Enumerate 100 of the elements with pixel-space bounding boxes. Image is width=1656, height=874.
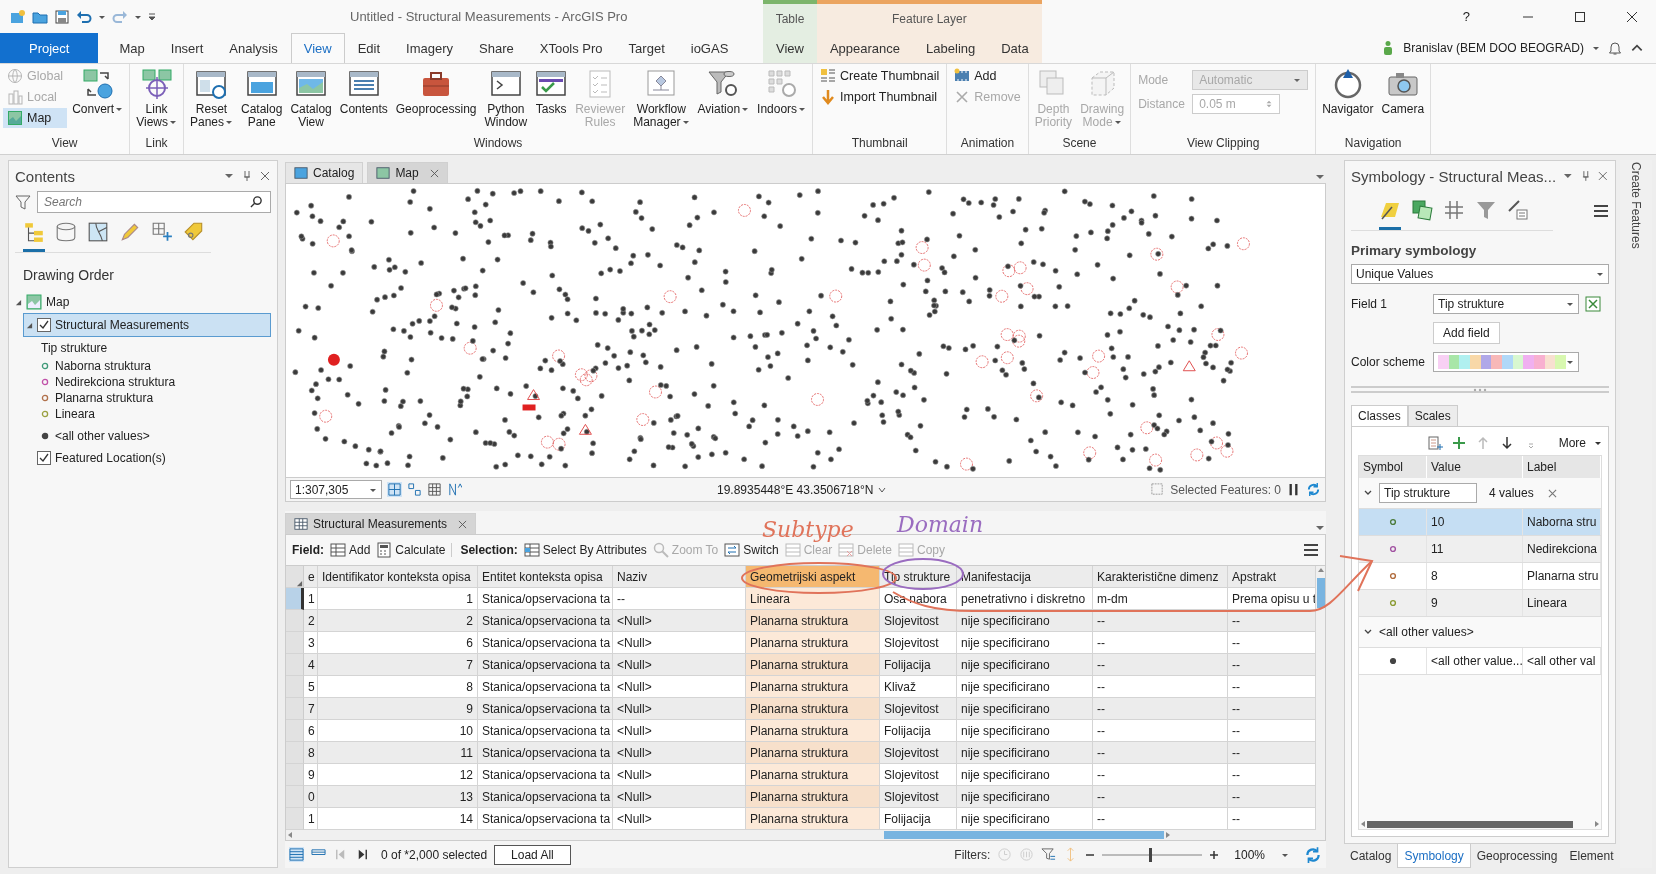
- grid-icon[interactable]: [427, 482, 442, 497]
- scrollbar-thumb[interactable]: [884, 831, 1164, 839]
- ribbon-tab[interactable]: Labeling: [913, 33, 989, 63]
- add-field-button[interactable]: Add field: [1433, 322, 1500, 344]
- user-name[interactable]: Branislav (BEM DOO BEOGRAD): [1403, 41, 1584, 55]
- column-header[interactable]: Geometrijski aspekt: [746, 566, 880, 588]
- ribbon-button[interactable]: Workflow Manager: [630, 66, 693, 131]
- column-header[interactable]: Value: [1427, 456, 1523, 478]
- menu-icon[interactable]: [1593, 204, 1609, 218]
- column-header[interactable]: Karakteristične dimenz: [1093, 566, 1228, 588]
- layer-item[interactable]: Featured Location(s): [23, 446, 271, 470]
- column-header[interactable]: Entitet konteksta opisa: [478, 566, 613, 588]
- scroll-arrow-icon[interactable]: [286, 831, 294, 839]
- scroll-arrow-icon[interactable]: [1316, 566, 1325, 574]
- grip-icon[interactable]: [1472, 387, 1488, 392]
- caret-icon[interactable]: [168, 118, 177, 126]
- caret-icon[interactable]: [798, 105, 807, 113]
- document-tab[interactable]: Catalog: [285, 162, 364, 183]
- tab[interactable]: Scales: [1407, 405, 1458, 426]
- funnel-icon[interactable]: [1041, 847, 1057, 862]
- caret-icon[interactable]: [115, 105, 124, 113]
- class-row[interactable]: 9 Lineara: [1359, 590, 1601, 617]
- save-icon[interactable]: [54, 8, 70, 25]
- class-row[interactable]: 11 Nedirekciona: [1359, 536, 1601, 563]
- column-header[interactable]: Label: [1523, 456, 1601, 478]
- ribbon-tab[interactable]: Project: [0, 33, 99, 63]
- ribbon-tab[interactable]: Share: [466, 33, 527, 63]
- ribbon-tab[interactable]: Analysis: [216, 33, 291, 63]
- tree-item[interactable]: Map: [46, 295, 70, 309]
- tab[interactable]: Classes: [1351, 405, 1408, 426]
- class-row[interactable]: <all other value... <all other val: [1359, 648, 1601, 675]
- customize-icon[interactable]: [148, 12, 156, 21]
- column-header[interactable]: Manifestacija: [957, 566, 1093, 588]
- side-tab[interactable]: Create Features: [1629, 160, 1643, 249]
- document-tab[interactable]: Map: [367, 162, 448, 183]
- toolbar-button[interactable]: Select By Attributes: [523, 542, 647, 558]
- scrollbar-thumb[interactable]: [1316, 578, 1325, 608]
- refresh-icon[interactable]: [1306, 482, 1321, 497]
- class-row[interactable]: 8 Planarna stru: [1359, 563, 1601, 590]
- scrollbar-thumb[interactable]: [1367, 820, 1573, 828]
- group-field[interactable]: Tip strukture: [1379, 483, 1477, 503]
- grid-icon[interactable]: [387, 482, 402, 497]
- ribbon-button[interactable]: Add: [950, 66, 1025, 86]
- scrollbar[interactable]: [286, 830, 1316, 840]
- close-icon[interactable]: [259, 170, 271, 182]
- toolbar-button[interactable]: Add: [330, 542, 371, 558]
- ribbon-button[interactable]: Contents: [336, 66, 391, 118]
- ribbon-button[interactable]: Indoors: [754, 66, 810, 118]
- ribbon-tab[interactable]: Map: [106, 33, 158, 63]
- ribbon-button[interactable]: Aviation: [694, 66, 753, 118]
- caret-icon[interactable]: [1592, 44, 1600, 52]
- row-header[interactable]: [286, 588, 304, 610]
- new-project-icon[interactable]: [10, 8, 26, 25]
- ribbon-button[interactable]: Reset Panes: [186, 66, 236, 131]
- ribbon-tab[interactable]: View: [290, 33, 345, 63]
- expression-icon[interactable]: [1585, 296, 1601, 312]
- ribbon-button[interactable]: Convert: [69, 66, 127, 118]
- pane-tab[interactable]: Symbology: [1397, 844, 1471, 868]
- caret-icon[interactable]: [741, 105, 750, 113]
- ribbon-button[interactable]: Map: [3, 108, 68, 128]
- layer-item[interactable]: Structural Measurements: [23, 313, 271, 337]
- plus-icon[interactable]: [1209, 849, 1220, 860]
- zoom-dropdown[interactable]: 100%: [1226, 847, 1297, 862]
- scale-dropdown[interactable]: 1:307,305: [290, 480, 382, 499]
- ribbon-tab[interactable]: Data: [988, 33, 1042, 63]
- scroll-arrow-icon[interactable]: [1164, 831, 1172, 839]
- ribbon-button[interactable]: Python Window: [481, 66, 531, 131]
- column-header[interactable]: Symbol: [1359, 456, 1427, 478]
- grid-icon[interactable]: [407, 482, 422, 497]
- caret-icon[interactable]: [225, 118, 233, 126]
- refresh-icon[interactable]: [1304, 845, 1322, 864]
- column-header[interactable]: Identifikator konteksta opisa: [318, 566, 478, 588]
- checkbox[interactable]: [37, 318, 51, 332]
- more-button[interactable]: More: [1558, 436, 1602, 450]
- pane-tab[interactable]: Element: [1563, 844, 1620, 868]
- ribbon-tab[interactable]: Target: [615, 33, 678, 63]
- column-header[interactable]: Naziv: [613, 566, 746, 588]
- help-button[interactable]: ?: [1462, 9, 1470, 24]
- ribbon-tab[interactable]: Imagery: [393, 33, 467, 63]
- caret-icon[interactable]: [878, 485, 887, 494]
- document-tab[interactable]: Structural Measurements: [285, 513, 477, 534]
- ribbon-button[interactable]: Catalog View: [287, 66, 335, 131]
- ribbon-button[interactable]: Navigator: [1319, 66, 1377, 118]
- north-arrow-icon[interactable]: [447, 482, 462, 497]
- ribbon-button[interactable]: Create Thumbnail: [816, 66, 944, 86]
- ribbon-tab[interactable]: Edit: [344, 33, 394, 63]
- column-header[interactable]: Apstrakt: [1228, 566, 1316, 588]
- ribbon-tab[interactable]: ioGAS: [677, 33, 742, 63]
- toolbar-button[interactable]: Switch: [724, 542, 779, 558]
- ribbon-tab[interactable]: XTools Pro: [526, 33, 616, 63]
- close-icon[interactable]: [1626, 10, 1638, 23]
- pane-tab[interactable]: Geoprocessing: [1470, 844, 1564, 868]
- expand-icon[interactable]: [26, 321, 33, 329]
- selected-features-count[interactable]: Selected Features: 0: [1170, 482, 1281, 497]
- column-header[interactable]: e: [304, 566, 318, 588]
- checkbox[interactable]: [37, 451, 51, 465]
- add-values-icon[interactable]: [1426, 435, 1443, 451]
- maximize-icon[interactable]: [1574, 10, 1586, 23]
- expand-icon[interactable]: [15, 298, 22, 306]
- scroll-arrow-icon[interactable]: [1359, 820, 1367, 828]
